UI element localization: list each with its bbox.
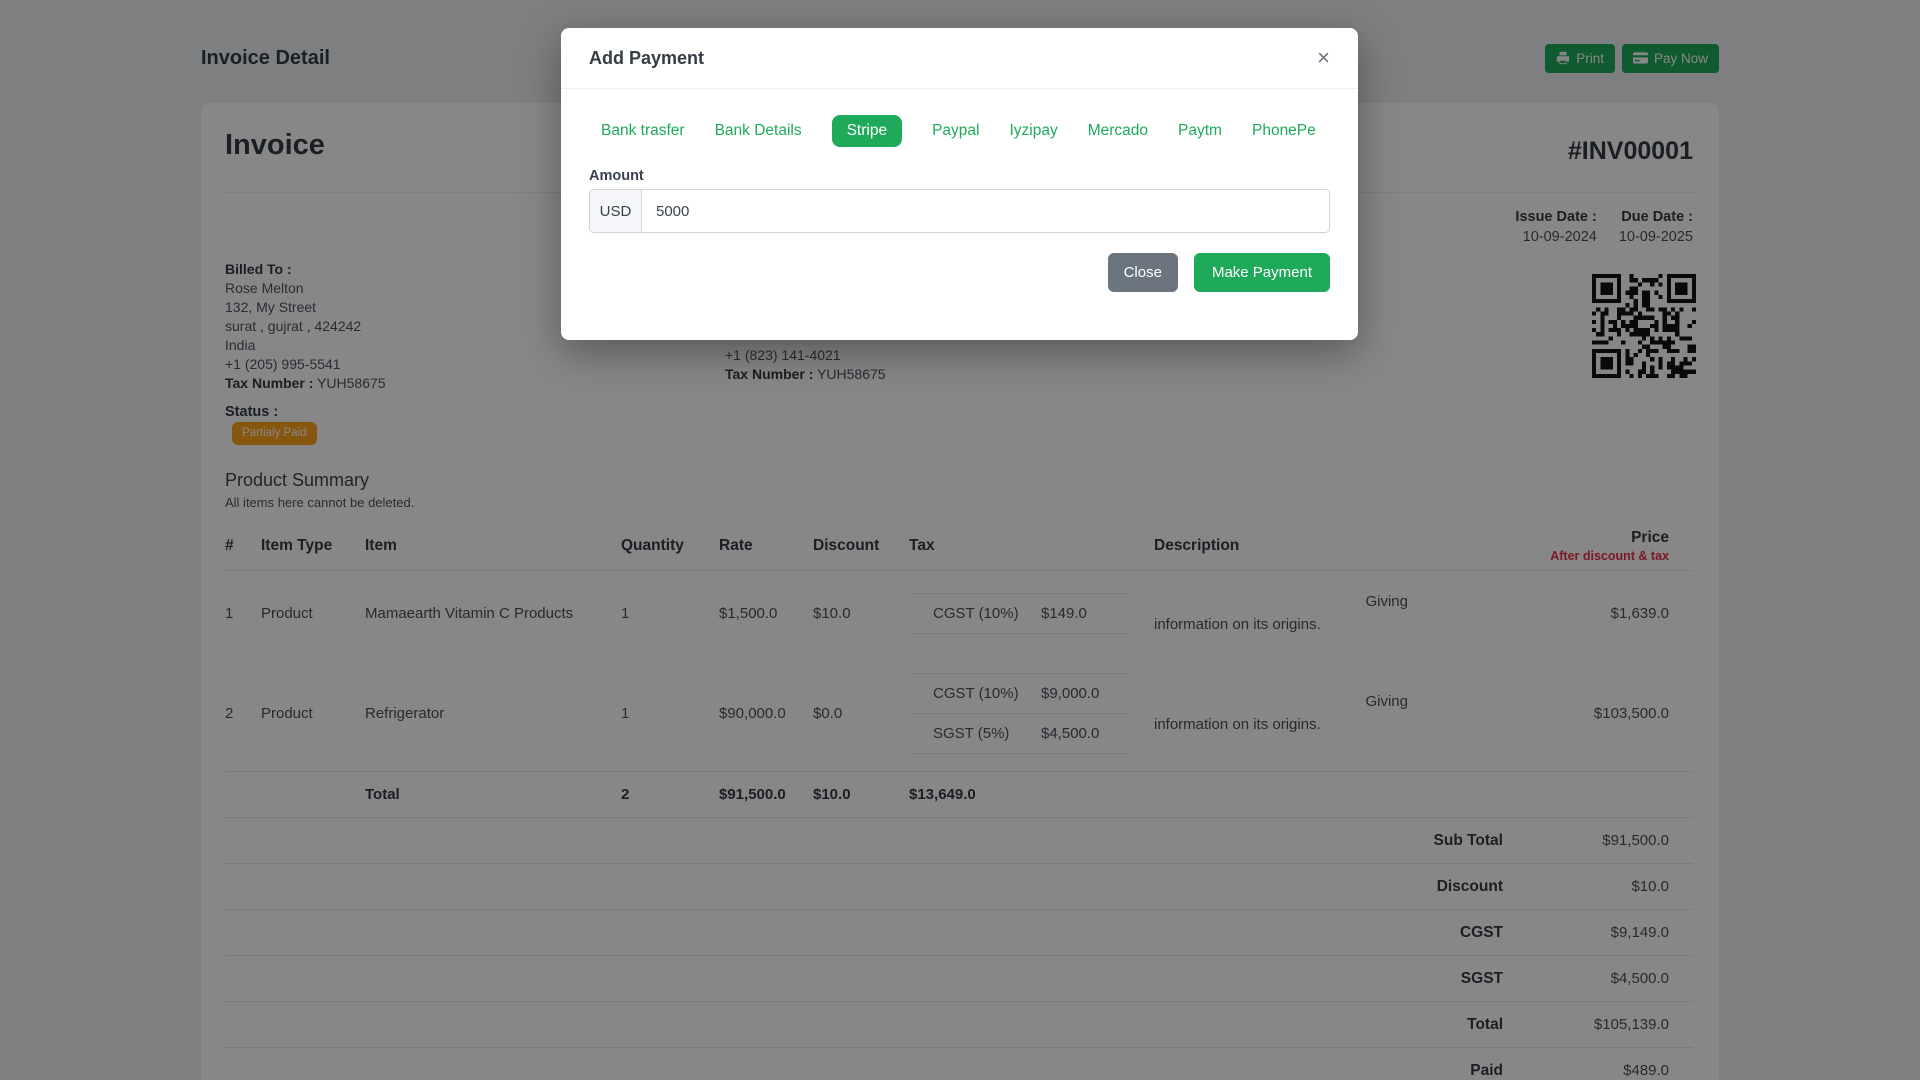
tab-bank-transfer[interactable]: Bank trasfer (601, 115, 685, 147)
tab-phonepe[interactable]: PhonePe (1252, 115, 1316, 147)
modal-header: Add Payment × (561, 28, 1358, 89)
make-payment-button[interactable]: Make Payment (1193, 253, 1330, 292)
tab-bank-details[interactable]: Bank Details (715, 115, 802, 147)
modal-footer: Close Make Payment (561, 233, 1358, 340)
tab-paytm[interactable]: Paytm (1178, 115, 1222, 147)
tab-paypal[interactable]: Paypal (932, 115, 979, 147)
modal-title: Add Payment (589, 47, 705, 68)
amount-input-group: USD (589, 189, 1330, 233)
amount-label: Amount (589, 168, 644, 184)
currency-prefix: USD (590, 190, 642, 232)
tab-iyzipay[interactable]: Iyzipay (1009, 115, 1057, 147)
close-icon[interactable]: × (1317, 47, 1330, 69)
close-button[interactable]: Close (1107, 253, 1178, 292)
add-payment-modal: Add Payment × Bank trasfer Bank Details … (561, 28, 1358, 340)
payment-method-tabs: Bank trasfer Bank Details Stripe Paypal … (601, 115, 1330, 147)
tab-mercado[interactable]: Mercado (1088, 115, 1148, 147)
modal-body: Bank trasfer Bank Details Stripe Paypal … (561, 89, 1358, 233)
tab-stripe[interactable]: Stripe (831, 115, 903, 147)
amount-input[interactable] (642, 190, 1329, 232)
